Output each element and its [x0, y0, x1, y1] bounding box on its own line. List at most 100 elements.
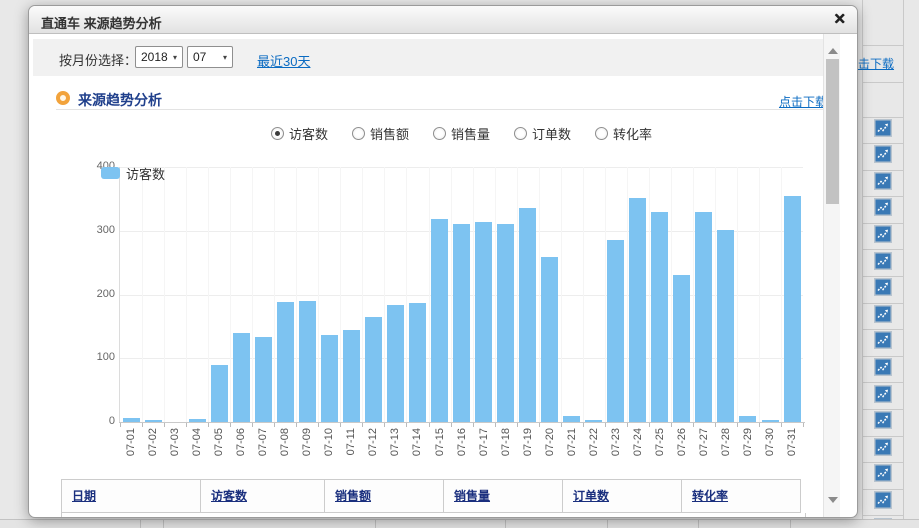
month-select[interactable]: 07 ▾	[187, 46, 233, 68]
table-row	[61, 513, 806, 518]
metric-radio-group: 访客数 销售额 销售量 订单数 转化率	[120, 125, 803, 141]
x-axis-tick	[473, 423, 474, 427]
gridline	[693, 167, 694, 422]
gridline	[671, 167, 672, 422]
trend-line-icon[interactable]	[874, 145, 892, 168]
year-select[interactable]: 2018 ▾	[135, 46, 183, 68]
scroll-down-icon[interactable]	[828, 497, 838, 503]
trend-line-icon[interactable]	[874, 385, 892, 408]
chart-bar	[673, 275, 690, 422]
trend-line-icon[interactable]	[874, 198, 892, 221]
gridline	[142, 167, 143, 422]
x-axis-tick	[517, 423, 518, 427]
trend-line-icon[interactable]	[874, 491, 892, 514]
download-link[interactable]: 点击下载	[779, 93, 827, 110]
radio-label: 销售额	[370, 124, 409, 143]
gridline	[495, 167, 496, 422]
bg-table-row	[862, 170, 903, 197]
gridline	[296, 167, 297, 422]
chart-bar	[717, 230, 734, 422]
trend-line-icon[interactable]	[874, 252, 892, 275]
radio-selected-icon[interactable]	[271, 127, 284, 140]
trend-line-icon[interactable]	[874, 305, 892, 328]
dialog-scrollbar[interactable]	[823, 34, 840, 517]
close-icon[interactable]: ×	[834, 9, 845, 31]
chart-bar	[585, 420, 602, 422]
gridline	[561, 167, 562, 422]
chart-bar	[563, 416, 580, 422]
gridline	[583, 167, 584, 422]
x-axis-label: 07-27	[698, 428, 710, 462]
x-axis-label: 07-03	[169, 428, 181, 462]
x-axis-label: 07-30	[764, 428, 776, 462]
scrollbar-thumb[interactable]	[826, 59, 839, 204]
gridline	[627, 167, 628, 422]
chart-bar	[695, 212, 712, 422]
trend-line-icon[interactable]	[874, 438, 892, 461]
x-axis-label: 07-10	[323, 428, 335, 462]
metric-radio-销售额[interactable]: 销售额	[352, 124, 409, 143]
trend-line-icon[interactable]	[874, 358, 892, 381]
bg-table-row	[862, 463, 903, 490]
table-header-订单数[interactable]: 订单数	[562, 479, 682, 513]
trend-line-icon[interactable]	[874, 411, 892, 434]
chart-bar	[233, 333, 250, 422]
gridline	[517, 167, 518, 422]
metric-radio-订单数[interactable]: 订单数	[514, 124, 571, 143]
table-header-访客数[interactable]: 访客数	[200, 479, 325, 513]
table-header-转化率[interactable]: 转化率	[681, 479, 801, 513]
radio-icon[interactable]	[514, 127, 527, 140]
chart-bar	[453, 224, 470, 422]
gridline	[737, 167, 738, 422]
trend-line-icon[interactable]	[874, 278, 892, 301]
x-axis-tick	[583, 423, 584, 427]
chart-bar	[519, 208, 536, 422]
gridline	[781, 167, 782, 422]
bg-table-row	[862, 117, 903, 144]
gridline	[252, 167, 253, 422]
bg-table-border	[903, 0, 904, 528]
gridline	[186, 167, 187, 422]
chart-bar	[145, 420, 162, 422]
x-axis-label: 07-14	[411, 428, 423, 462]
radio-icon[interactable]	[595, 127, 608, 140]
trend-line-icon[interactable]	[874, 119, 892, 142]
metric-radio-销售量[interactable]: 销售量	[433, 124, 490, 143]
trend-line-icon[interactable]	[874, 172, 892, 195]
x-axis-tick	[627, 423, 628, 427]
month-filter-bar: 按月份选择： 2018 ▾ 07 ▾ 最近30天	[33, 39, 823, 76]
x-axis-tick	[803, 423, 804, 427]
x-axis-label: 07-06	[235, 428, 247, 462]
chart-bar	[189, 419, 206, 422]
detail-table: 日期访客数销售额销售量订单数转化率	[61, 479, 807, 513]
x-axis-tick	[649, 423, 650, 427]
bg-table-row	[862, 144, 903, 171]
chart-bar	[739, 416, 756, 422]
table-header-销售额[interactable]: 销售额	[324, 479, 444, 513]
legend-swatch	[101, 167, 120, 179]
x-axis-label: 07-26	[676, 428, 688, 462]
metric-radio-转化率[interactable]: 转化率	[595, 124, 652, 143]
recent-30-days-link[interactable]: 最近30天	[257, 51, 310, 70]
bg-table-row	[862, 197, 903, 224]
x-axis-label: 07-17	[478, 428, 490, 462]
trend-line-icon[interactable]	[874, 225, 892, 248]
dialog-titlebar[interactable]: 直通车 来源趋势分析 ×	[29, 6, 857, 34]
gridline	[473, 167, 474, 422]
metric-radio-访客数[interactable]: 访客数	[271, 124, 328, 143]
x-axis-tick	[252, 423, 253, 427]
bg-table-border	[505, 520, 506, 528]
y-axis-line	[119, 167, 120, 422]
radio-icon[interactable]	[433, 127, 446, 140]
trend-line-icon[interactable]	[874, 331, 892, 354]
scroll-up-icon[interactable]	[828, 48, 838, 54]
radio-label: 订单数	[532, 124, 571, 143]
table-header-日期[interactable]: 日期	[61, 479, 201, 513]
chart-bar	[409, 303, 426, 422]
x-axis-tick	[164, 423, 165, 427]
radio-icon[interactable]	[352, 127, 365, 140]
x-axis-label: 07-05	[213, 428, 225, 462]
table-header-销售量[interactable]: 销售量	[443, 479, 563, 513]
bg-table-row	[862, 489, 903, 516]
trend-line-icon[interactable]	[874, 464, 892, 487]
